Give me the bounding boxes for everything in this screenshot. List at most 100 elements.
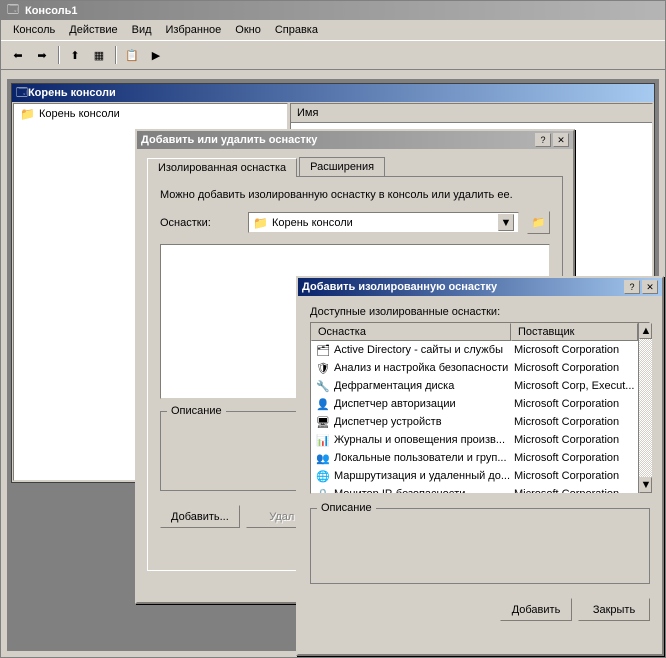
dlg2-body: Доступные изолированные оснастки: Оснаст… [298,296,662,631]
snapin-row[interactable]: 🔧Дефрагментация дискаMicrosoft Corp, Exe… [311,377,638,395]
menu-console[interactable]: Консоль [7,22,61,38]
description-legend: Описание [167,405,226,417]
vertical-scrollbar[interactable]: ▲ ▼ [638,323,652,493]
scroll-down-button[interactable]: ▼ [639,477,652,493]
add-standalone-snapin-dialog: Добавить изолированную оснастку ? ✕ Дост… [296,276,664,656]
snapin-vendor: Microsoft Corporation [514,488,634,493]
snapin-name: Диспетчер устройств [334,416,514,428]
dlg1-description: Можно добавить изолированную оснастку в … [160,189,550,201]
snapin-name: Анализ и настройка безопасности [334,362,514,374]
snapins-label: Оснастки: [160,217,240,229]
folder-icon [253,216,268,230]
dlg2-titlebar: Добавить изолированную оснастку ? ✕ [298,278,662,296]
available-snapins-list: Оснастка Поставщик 🗂Active Directory - с… [310,322,650,494]
menu-action[interactable]: Действие [63,22,123,38]
menu-help[interactable]: Справка [269,22,324,38]
snapin-row[interactable]: 📊Журналы и оповещения произв...Microsoft… [311,431,638,449]
snapin-vendor: Microsoft Corporation [514,398,634,410]
snapin-name: Журналы и оповещения произв... [334,434,514,446]
tab-standalone[interactable]: Изолированная оснастка [147,158,297,177]
snapin-vendor: Microsoft Corporation [514,452,634,464]
snapin-icon: 🗂 [315,342,331,358]
dropdown-value: Корень консоли [272,217,498,229]
inner-titlebar: 🗔 Корень консоли [12,84,654,102]
dlg1-titlebar: Добавить или удалить оснастку ? ✕ [137,131,573,149]
main-toolbar: ⬅ ➡ ⬆ ▦ 📋 ▶ [1,40,665,70]
col-snapin[interactable]: Оснастка [311,323,511,341]
snapin-vendor: Microsoft Corporation [514,434,634,446]
snapin-row[interactable]: 🗂Active Directory - сайты и службыMicros… [311,341,638,359]
snapin-row[interactable]: 🔒Монитор IP-безопасностиMicrosoft Corpor… [311,485,638,493]
folder-icon [20,107,35,121]
snapin-icon: 📊 [315,432,331,448]
close-button[interactable]: Закрыть [578,598,650,621]
snapin-name: Локальные пользователи и груп... [334,452,514,464]
snapin-row[interactable]: 👥Локальные пользователи и груп...Microso… [311,449,638,467]
snapin-row[interactable]: 🌐Маршрутизация и удаленный до...Microsof… [311,467,638,485]
tree-root-label: Корень консоли [39,108,120,120]
main-menubar: Консоль Действие Вид Избранное Окно Спра… [1,20,665,40]
browse-button[interactable]: 📁 [527,211,550,234]
col-vendor[interactable]: Поставщик [511,323,638,341]
scroll-up-button[interactable]: ▲ [639,323,652,339]
tree-root-item[interactable]: Корень консоли [14,104,287,124]
snapins-dropdown[interactable]: Корень консоли ▼ [248,212,519,233]
main-titlebar: 🗔 Консоль1 [1,1,665,20]
toolbar-separator [115,46,116,64]
snapin-vendor: Microsoft Corporation [514,416,634,428]
snapin-name: Маршрутизация и удаленный до... [334,470,514,482]
snapin-row[interactable]: 🛡Анализ и настройка безопасностиMicrosof… [311,359,638,377]
snapin-name: Дефрагментация диска [334,380,514,392]
snapin-name: Диспетчер авторизации [334,398,514,410]
export-button[interactable]: ▶ [145,44,167,66]
console-icon: 🗔 [16,84,28,103]
list-column-name[interactable]: Имя [291,104,652,123]
inner-title: Корень консоли [28,87,650,99]
forward-button[interactable]: ➡ [31,44,53,66]
dlg2-buttons: Добавить Закрыть [310,598,650,621]
back-button[interactable]: ⬅ [7,44,29,66]
add-button[interactable]: Добавить... [160,505,240,528]
close-button[interactable]: ✕ [553,133,569,147]
snapin-row[interactable]: 🖥Диспетчер устройствMicrosoft Corporatio… [311,413,638,431]
scroll-track[interactable] [639,339,652,477]
snapin-rows[interactable]: 🗂Active Directory - сайты и службыMicros… [311,341,638,493]
add-button[interactable]: Добавить [500,598,572,621]
description-legend: Описание [317,502,376,514]
snapin-vendor: Microsoft Corporation [514,362,634,374]
snapin-row[interactable]: 👤Диспетчер авторизацииMicrosoft Corporat… [311,395,638,413]
snapins-row: Оснастки: Корень консоли ▼ 📁 [160,211,550,234]
menu-window[interactable]: Окно [229,22,267,38]
close-button[interactable]: ✕ [642,280,658,294]
snapin-vendor: Microsoft Corp, Execut... [514,380,634,392]
toolbar-separator [58,46,59,64]
dlg1-title: Добавить или удалить оснастку [141,134,533,146]
show-hide-tree-button[interactable]: ▦ [88,44,110,66]
snapin-icon: 👤 [315,396,331,412]
app-icon: 🗔 [5,3,21,19]
tab-extensions[interactable]: Расширения [299,157,385,176]
snapin-icon: 🛡 [315,360,331,376]
up-button[interactable]: ⬆ [64,44,86,66]
description-fieldset: Описание [310,508,650,584]
menu-view[interactable]: Вид [126,22,158,38]
snapin-icon: 👥 [315,450,331,466]
snapin-vendor: Microsoft Corporation [514,470,634,482]
help-button[interactable]: ? [535,133,551,147]
snapin-icon: 🔧 [315,378,331,394]
dropdown-arrow-icon[interactable]: ▼ [498,214,514,231]
snapin-name: Active Directory - сайты и службы [334,344,514,356]
snapin-icon: 🌐 [315,468,331,484]
dlg2-title: Добавить изолированную оснастку [302,281,622,293]
snapin-icon: 🔒 [315,486,331,493]
snapin-vendor: Microsoft Corporation [514,344,634,356]
properties-button[interactable]: 📋 [121,44,143,66]
snapin-icon: 🖥 [315,414,331,430]
available-label: Доступные изолированные оснастки: [310,306,650,318]
menu-favorites[interactable]: Избранное [160,22,228,38]
snapin-name: Монитор IP-безопасности [334,488,514,493]
main-title: Консоль1 [25,5,661,17]
column-headers: Оснастка Поставщик [311,323,638,341]
help-button[interactable]: ? [624,280,640,294]
dlg1-tabs: Изолированная оснастка Расширения [137,149,573,176]
